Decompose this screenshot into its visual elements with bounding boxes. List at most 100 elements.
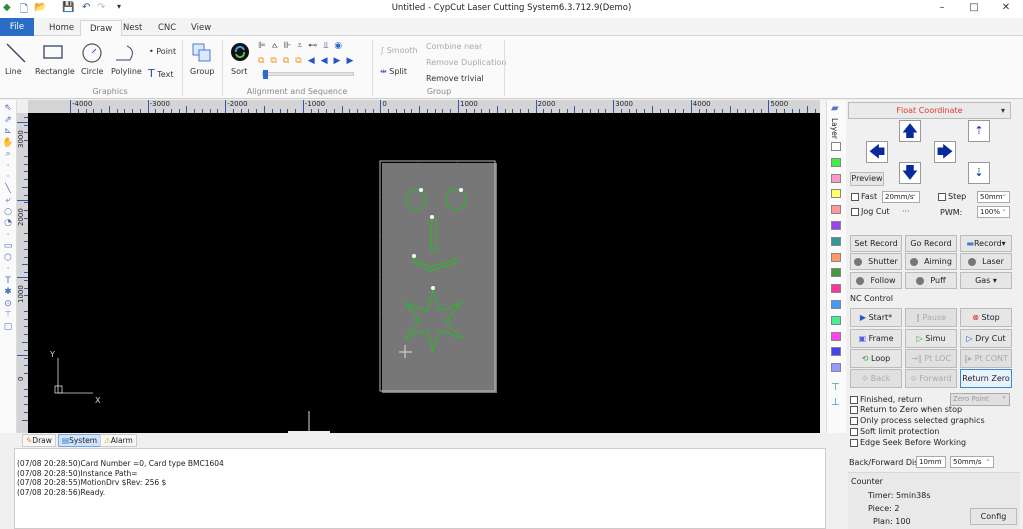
dry-cut-button[interactable]: ▷ Dry Cut [960,329,1012,348]
layer-color-swatch[interactable] [831,142,841,151]
tab-file[interactable]: File [0,18,34,36]
layer-color-swatch[interactable] [831,363,841,373]
sort-button[interactable]: Sort [231,67,247,76]
canvas-graphics: Y X [49,160,497,433]
go-record-button[interactable]: Go Record [905,235,957,252]
jog-cut-settings-button[interactable]: ··· [902,207,910,216]
only-selected-label: Only process selected graphics [860,416,985,425]
move-up-button[interactable]: 🡅 [899,120,921,142]
start-button[interactable]: ▶ Start* [850,308,902,327]
alignment-icons[interactable]: ⊫⩟⊪⩡⊷⫫◉ [258,41,348,51]
sequence-slider[interactable] [262,70,354,79]
layer-color-swatch[interactable] [831,252,841,262]
circle-button[interactable]: Circle [81,67,103,76]
combine-near-button[interactable]: Combine near [426,42,482,51]
shutter-button[interactable]: Shutter [850,253,902,270]
gas-dropdown[interactable]: Gas ▾ [960,272,1012,289]
only-selected-checkbox[interactable]: Only process selected graphics [850,416,985,425]
move-left-button[interactable]: 🡄 [866,141,888,163]
step-select[interactable]: 50mm [977,190,1010,203]
ribbon-tabs: File Home Draw Nest CNC View [0,18,1023,36]
layer-color-swatch[interactable] [831,347,841,357]
layer-color-swatch[interactable] [831,157,841,167]
soft-limit-checkbox[interactable]: Soft limit protection [850,427,939,436]
move-layer-down-icon[interactable]: ⊥ [831,397,840,408]
stop-button[interactable]: ⊗ Stop [960,308,1012,327]
layer-color-swatch[interactable] [831,236,841,246]
point-button[interactable]: • Point [149,47,176,56]
nc-control-label: NC Control [850,294,894,303]
tab-draw-log[interactable]: ✎Draw [22,434,56,447]
edge-seek-checkbox[interactable]: Edge Seek Before Working [850,438,966,447]
layer-color-swatch[interactable] [831,268,841,278]
puff-button[interactable]: Puff [905,272,957,289]
split-button[interactable]: ⇹ Split [380,67,407,76]
tab-system[interactable]: ▤System [58,434,102,447]
z-up-button[interactable]: ⇡ [968,120,990,142]
soft-limit-label: Soft limit protection [860,427,940,436]
frame-button[interactable]: ▣ Frame [850,329,902,348]
move-down-button[interactable]: 🡇 [899,162,921,184]
layer-color-swatch[interactable] [831,315,841,325]
layer-color-swatch[interactable] [831,284,841,294]
move-right-button[interactable]: 🡆 [934,141,956,163]
step-checkbox[interactable]: Step [938,192,966,201]
tab-view[interactable]: View [182,20,220,36]
remove-trivial-button[interactable]: Remove trivial [426,74,484,83]
pt-loc-button[interactable]: →‖ Pt LOC [905,349,957,368]
forward-button[interactable]: ⟐ Forward [905,369,957,388]
tab-nest[interactable]: Nest [114,20,151,36]
layer-color-swatch[interactable] [831,205,841,215]
move-layer-up-icon[interactable]: ⊤ [831,382,840,393]
back-button[interactable]: ⟐ Back [850,369,902,388]
fast-speed-select[interactable]: 20mm/s [882,190,920,203]
rectangle-button[interactable]: Rectangle [35,67,75,76]
set-record-button[interactable]: Set Record [850,235,902,252]
simu-button[interactable]: ▷ Simu [905,329,957,348]
drawing-tool-icons[interactable]: ⇖ ⇗ ⊾ ✋ ⌕ · · ╲ ⤶ ○ ◔ · ▭ ⬡ · T ✱ ⊙ ⚚ ▢ [0,100,16,333]
config-button[interactable]: Config [970,508,1017,525]
tab-home[interactable]: Home [40,20,83,36]
z-down-button[interactable]: ⇣ [968,162,990,184]
frame-label: Frame [868,334,894,343]
layer-color-swatch[interactable] [831,331,841,341]
minimize-button[interactable]: – [932,2,952,13]
follow-button[interactable]: Follow [850,272,902,289]
layer-color-swatch[interactable] [831,173,841,183]
back-forward-speed-select[interactable]: 50mm/s [950,455,994,468]
finished-return-label: Finished, return [860,395,923,404]
log-line: (07/08 20:28:50)Instance Path= [17,468,138,478]
preview-button[interactable]: Preview [850,172,884,186]
pt-cont-button[interactable]: ‖▸ Pt CONT [960,349,1012,368]
aiming-button[interactable]: Aiming [905,253,957,270]
drawing-canvas[interactable]: Y X [28,113,820,433]
maximize-button[interactable]: □ [964,2,984,13]
finished-return-checkbox[interactable]: Finished, return [850,395,922,404]
layer-color-swatch[interactable] [831,300,841,309]
line-button[interactable]: Line [5,67,22,76]
coordinate-select[interactable]: Float Coordinate ▾ [848,102,1011,119]
return-zero-stop-checkbox[interactable]: Return to Zero when stop [850,405,962,414]
close-button[interactable]: ✕ [996,2,1016,13]
pause-button[interactable]: ‖ Pause [905,308,957,327]
layer-color-swatch[interactable] [831,189,841,199]
polyline-button[interactable]: Polyline [111,67,142,76]
pwm-select[interactable]: 100% [977,205,1010,218]
smooth-button[interactable]: ∫ Smooth [380,46,418,55]
sequence-icons[interactable]: ⧉⧉⧉⧉◀◀▶▶ [258,56,359,66]
record-dropdown[interactable]: ▬Record▾ [960,235,1012,252]
tab-alarm[interactable]: ⚠Alarm [100,434,137,447]
loop-button[interactable]: ⟲ Loop [850,349,902,368]
remove-duplication-button[interactable]: Remove Duplication [426,58,506,67]
back-forward-dis-select[interactable]: 10mm [916,455,946,468]
laser-button[interactable]: Laser [960,253,1012,270]
text-button[interactable]: T Text [148,67,173,80]
jog-cut-checkbox[interactable]: Jog Cut [851,207,890,216]
group-button[interactable]: Group [190,67,214,76]
fast-checkbox[interactable]: Fast [851,192,877,201]
tab-cnc[interactable]: CNC [149,20,185,36]
return-zero-button[interactable]: Return Zero [960,369,1012,388]
sort-icon [231,43,249,61]
group-icon [192,43,211,62]
layer-color-swatch[interactable] [831,221,841,230]
